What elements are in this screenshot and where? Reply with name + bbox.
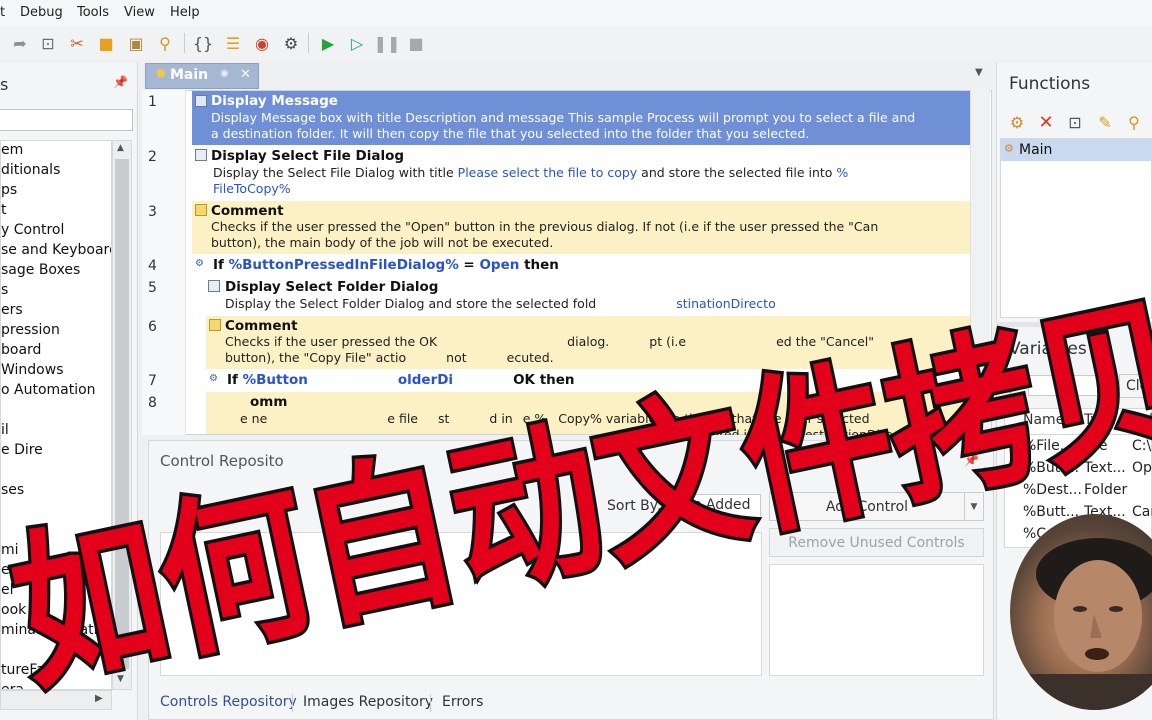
caption-overlay: 如何自动文件拷贝 xyxy=(0,272,1152,718)
caption-text: 如何自动文件拷贝 xyxy=(0,276,1152,715)
